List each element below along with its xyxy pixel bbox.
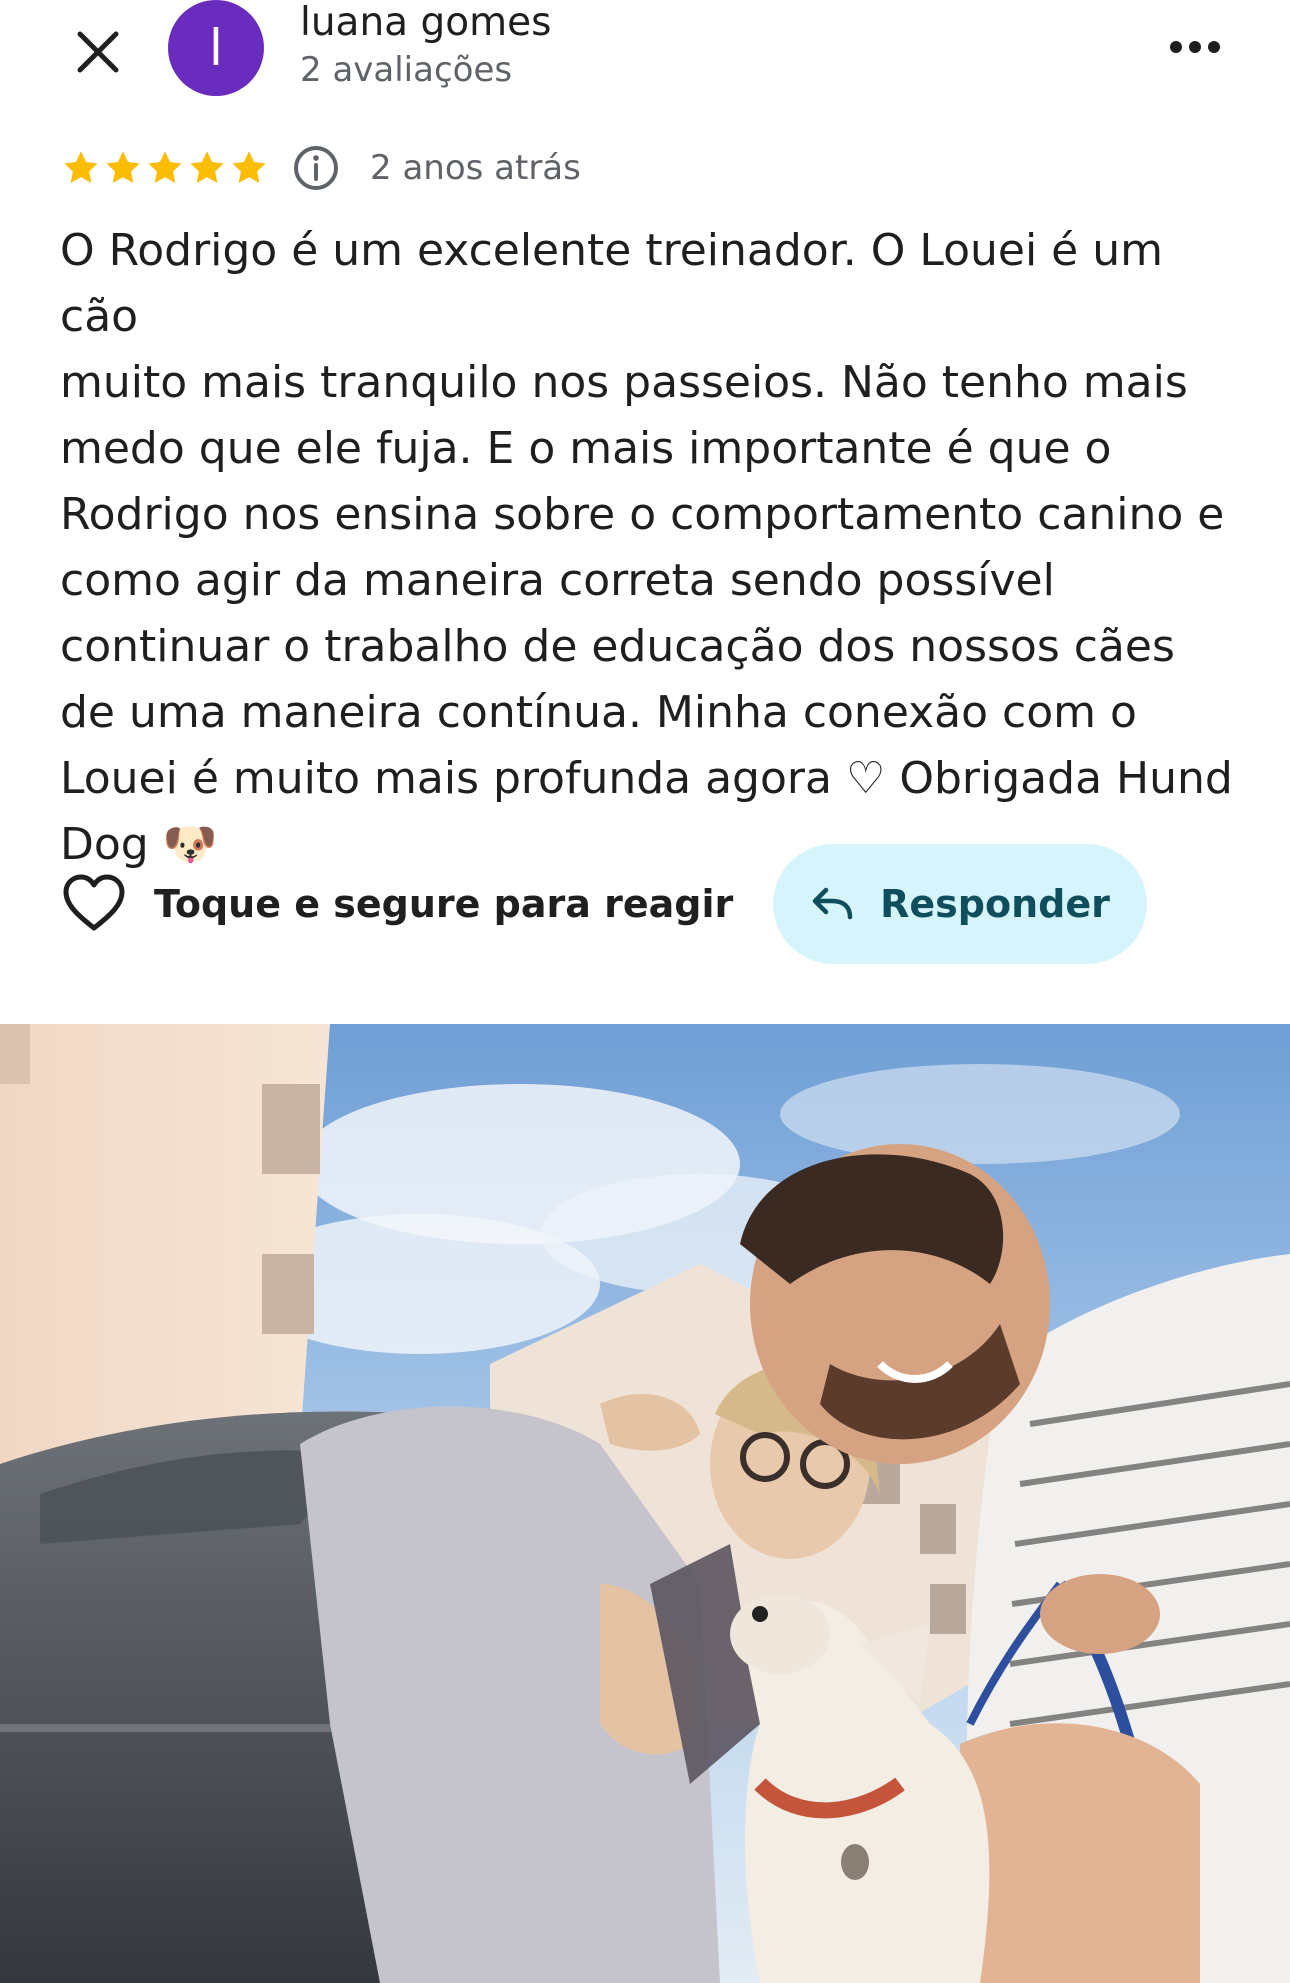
reviewer-name[interactable]: luana gomes bbox=[300, 0, 551, 46]
heart-outline-icon bbox=[63, 874, 125, 931]
review-photo[interactable] bbox=[0, 1024, 1290, 1983]
react-button[interactable]: Toque e segure para reagir bbox=[62, 870, 733, 938]
review-photo-image bbox=[0, 1024, 1290, 1983]
reviewer-review-count: 2 avaliações bbox=[300, 50, 513, 90]
star-icon bbox=[232, 151, 266, 184]
avatar-letter: l bbox=[209, 19, 223, 77]
star-icon bbox=[106, 151, 140, 184]
reply-label: Responder bbox=[880, 882, 1110, 926]
review-detail-screen: l luana gomes 2 avaliações 2 anos atrás … bbox=[0, 0, 1290, 1983]
review-text: O Rodrigo é um excelente treinador. O Lo… bbox=[60, 225, 1233, 870]
star-rating bbox=[60, 147, 270, 189]
star-icon bbox=[64, 151, 98, 184]
star-icon bbox=[148, 151, 182, 184]
reply-arrow-icon bbox=[812, 887, 853, 920]
close-button[interactable] bbox=[62, 16, 134, 88]
rating-row: 2 anos atrás bbox=[60, 144, 581, 192]
reply-button[interactable]: Responder bbox=[773, 844, 1147, 964]
avatar[interactable]: l bbox=[168, 0, 264, 96]
react-label: Toque e segure para reagir bbox=[154, 882, 734, 926]
info-icon[interactable] bbox=[292, 144, 340, 192]
more-options-button[interactable] bbox=[1160, 22, 1230, 72]
review-age: 2 anos atrás bbox=[370, 148, 581, 188]
more-horiz-icon bbox=[1170, 41, 1220, 53]
star-icon bbox=[190, 151, 224, 184]
close-icon bbox=[77, 31, 119, 73]
